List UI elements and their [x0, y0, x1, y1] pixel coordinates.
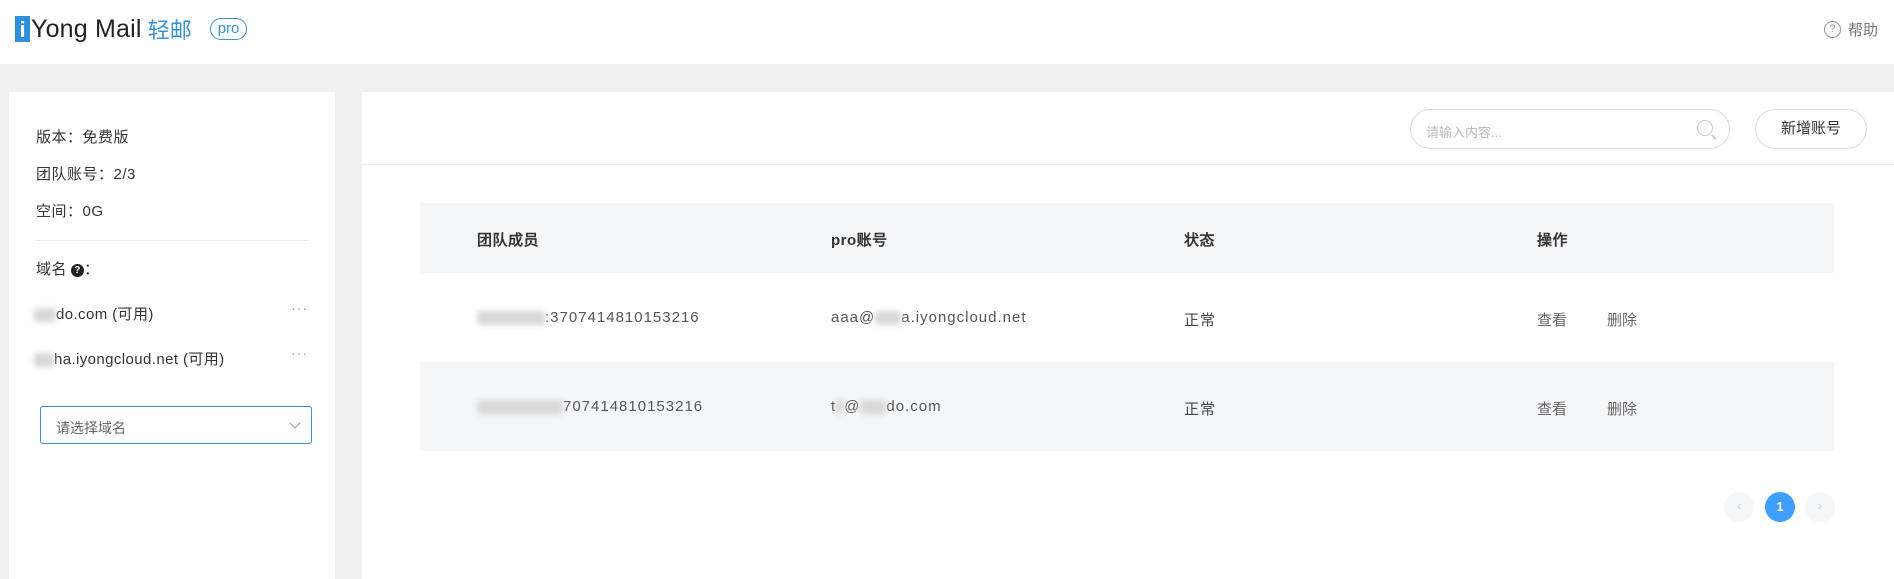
view-button[interactable]: 查看: [1537, 309, 1567, 330]
redacted-text: [836, 400, 845, 415]
page-1-button[interactable]: 1: [1765, 492, 1795, 522]
logo-name: Yong Mail: [31, 14, 142, 43]
accounts-panel: 请输入内容... 新增账号 团队成员 pro账号 状态 操作 :37074148…: [362, 92, 1894, 579]
domain-item: do.com (可用): [34, 303, 154, 324]
redacted-text: [34, 308, 56, 323]
column-header-member: 团队成员: [477, 232, 540, 249]
chevron-down-icon: [289, 417, 301, 429]
search-icon[interactable]: [1697, 120, 1713, 136]
question-circle-icon: ?: [1823, 21, 1841, 38]
table-row: 707414810153216 t @ do.com 正常 查看 删除: [420, 362, 1834, 451]
domain-heading: 域名?：: [36, 258, 100, 279]
column-header-actions: 操作: [1537, 232, 1569, 249]
redacted-text: [34, 353, 54, 368]
accounts-table: 团队成员 pro账号 状态 操作 :3707414810153216 aaa@ a…: [420, 203, 1834, 451]
account-info-panel: 版本：免费版 团队账号：2/3 空间：0G 域名?： do.com (可用) ·…: [9, 92, 335, 579]
version-info: 版本：免费版: [36, 129, 130, 146]
account-at: @: [844, 398, 861, 415]
delete-button[interactable]: 删除: [1607, 398, 1637, 419]
pro-badge: pro: [209, 18, 248, 40]
divider: [36, 240, 308, 241]
member-id: 707414810153216: [563, 398, 704, 415]
divider: [362, 164, 1894, 165]
domain-item: ha.iyongcloud.net (可用): [34, 348, 225, 369]
search-input[interactable]: 请输入内容...: [1410, 109, 1730, 149]
logo-chinese-name: 轻邮: [147, 18, 192, 43]
more-options-icon[interactable]: ···: [291, 345, 308, 361]
help-link[interactable]: ? 帮助: [1823, 19, 1878, 40]
prev-page-button[interactable]: ‹: [1724, 492, 1754, 522]
account-suffix: do.com: [886, 398, 942, 415]
status-text: 正常: [1184, 312, 1217, 329]
domain-select[interactable]: 请选择域名: [40, 406, 312, 444]
delete-button[interactable]: 删除: [1607, 309, 1637, 330]
team-accounts-info: 团队账号：2/3: [36, 166, 136, 183]
app-logo[interactable]: i Yong Mail 轻邮 pro: [15, 14, 248, 44]
next-page-button[interactable]: ›: [1805, 492, 1835, 522]
member-cell: 707414810153216: [477, 398, 703, 415]
add-account-button[interactable]: 新增账号: [1755, 109, 1867, 149]
domain-colon: ：: [84, 261, 100, 278]
member-cell: :3707414810153216: [477, 309, 700, 326]
table-header: 团队成员 pro账号 状态 操作: [420, 203, 1834, 273]
domain-label: 域名: [36, 261, 68, 278]
member-id: :3707414810153216: [545, 309, 700, 326]
account-prefix: aaa@: [831, 309, 876, 326]
question-icon[interactable]: ?: [71, 264, 85, 277]
redacted-text: [875, 311, 902, 326]
table-row: :3707414810153216 aaa@ a.iyongcloud.net 正…: [420, 273, 1834, 362]
more-options-icon[interactable]: ···: [291, 300, 308, 316]
search-placeholder: 请输入内容...: [1426, 125, 1502, 140]
storage-info: 空间：0G: [36, 203, 104, 220]
domain-name: ha.iyongcloud.net (可用): [54, 351, 225, 368]
redacted-text: [477, 400, 563, 415]
status-text: 正常: [1184, 401, 1217, 418]
domain-name: do.com (可用): [56, 306, 154, 323]
top-header: i Yong Mail 轻邮 pro ? 帮助: [0, 0, 1894, 64]
select-placeholder: 请选择域名: [56, 420, 126, 436]
redacted-text: [477, 311, 545, 326]
column-header-status: 状态: [1184, 232, 1216, 249]
account-suffix: a.iyongcloud.net: [901, 309, 1027, 326]
help-label: 帮助: [1847, 22, 1878, 39]
account-cell: t @ do.com: [831, 398, 942, 415]
column-header-account: pro账号: [831, 232, 888, 249]
logo-i-mark: i: [15, 16, 30, 42]
account-cell: aaa@ a.iyongcloud.net: [831, 309, 1027, 326]
view-button[interactable]: 查看: [1537, 398, 1567, 419]
redacted-text: [860, 400, 887, 415]
